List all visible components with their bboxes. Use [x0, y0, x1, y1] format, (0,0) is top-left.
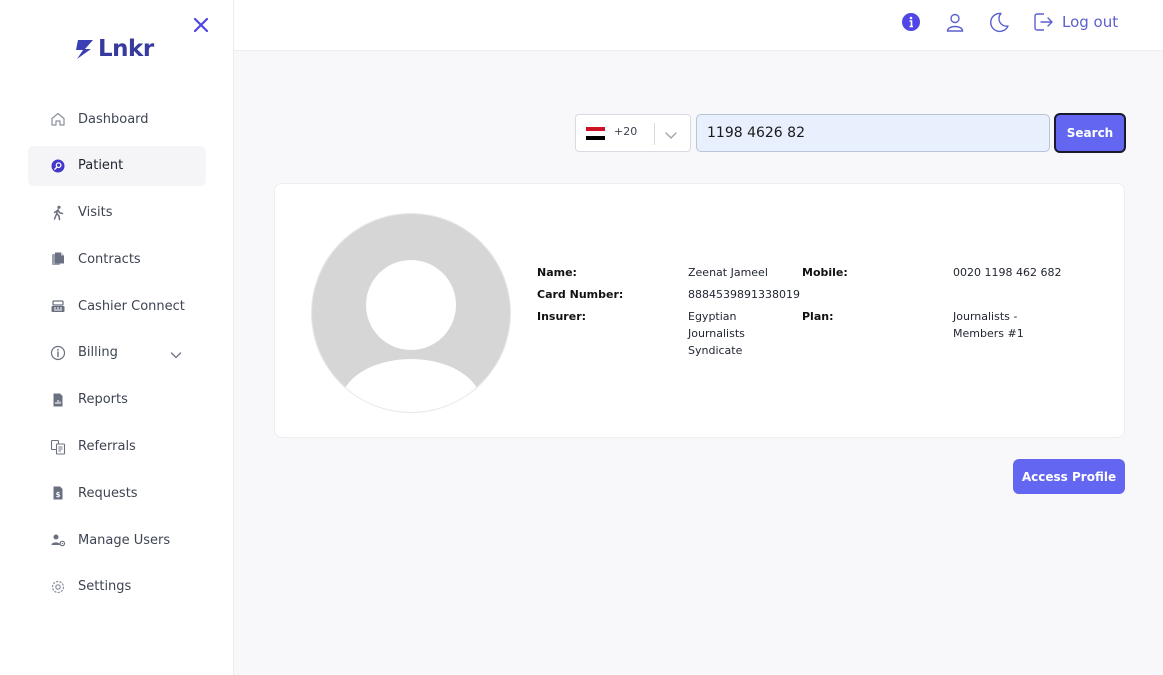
logout-icon	[1034, 13, 1053, 31]
select-divider	[654, 123, 655, 145]
name-value: Zeenat Jameel	[688, 266, 768, 279]
documents-icon	[50, 251, 66, 267]
country-code-select[interactable]: +20	[575, 114, 691, 152]
sidebar-item-label: Billing	[78, 345, 118, 361]
logout-button[interactable]: Log out	[1032, 11, 1118, 33]
sidebar-item-contracts[interactable]: Contracts	[28, 239, 206, 279]
sidebar-item-label: Manage Users	[78, 532, 171, 548]
sidebar-item-label: Referrals	[78, 439, 136, 455]
sidebar-nav: Dashboard Patient Visits Contracts Cashi…	[28, 99, 206, 614]
search-button[interactable]: Search	[1054, 113, 1126, 153]
logo-text: Lnkr	[98, 36, 154, 62]
manage-users-icon	[50, 532, 66, 548]
app-logo[interactable]: Lnkr	[74, 36, 154, 62]
avatar	[311, 213, 511, 413]
sidebar-item-patient[interactable]: Patient	[28, 145, 206, 186]
insurer-value: Egyptian Journalists Syndicate	[688, 310, 745, 357]
card-number-label: Card Number:	[537, 288, 624, 301]
sidebar-item-dashboard[interactable]: Dashboard	[28, 99, 206, 139]
egypt-flag-icon	[586, 127, 605, 140]
info-button[interactable]	[900, 11, 922, 33]
sidebar-item-label: Cashier Connect	[78, 298, 185, 314]
moon-icon	[990, 12, 1009, 33]
profile-button[interactable]	[944, 11, 966, 33]
sidebar-item-reports[interactable]: Reports	[28, 380, 206, 420]
close-sidebar-button[interactable]	[190, 14, 212, 36]
billing-icon	[50, 345, 66, 361]
patient-search-icon	[50, 158, 66, 174]
logout-label: Log out	[1062, 13, 1119, 31]
sidebar-item-billing[interactable]: Billing	[28, 333, 206, 373]
sidebar-item-label: Patient	[78, 158, 124, 174]
patient-card: Name: Zeenat Jameel Card Number: 8884539…	[274, 183, 1125, 438]
access-profile-button[interactable]: Access Profile	[1013, 459, 1125, 494]
sidebar-item-label: Requests	[78, 485, 138, 501]
name-label: Name:	[537, 266, 577, 279]
sidebar-item-manage-users[interactable]: Manage Users	[28, 520, 206, 560]
cashier-icon	[50, 298, 66, 314]
info-icon	[902, 13, 920, 31]
plan-value: Journalists - Members #1	[953, 310, 1024, 340]
user-icon	[946, 13, 964, 32]
sidebar-item-label: Visits	[78, 205, 113, 221]
logo-bolt-icon	[76, 40, 93, 59]
mobile-label: Mobile:	[802, 266, 848, 279]
sidebar-item-label: Contracts	[78, 251, 141, 267]
sidebar-item-label: Dashboard	[78, 111, 149, 127]
phone-search-input[interactable]	[696, 114, 1050, 152]
chevron-down-icon	[664, 127, 678, 146]
gear-icon	[50, 579, 66, 595]
home-icon	[50, 111, 66, 127]
avatar-placeholder-icon	[311, 213, 511, 413]
insurer-label: Insurer:	[537, 310, 587, 323]
theme-toggle-button[interactable]	[988, 11, 1010, 33]
sidebar-item-label: Settings	[78, 579, 132, 595]
top-header: Log out	[234, 0, 1163, 51]
sidebar-item-cashier-connect[interactable]: Cashier Connect	[28, 286, 206, 326]
requests-icon: $	[50, 485, 66, 501]
country-code: +20	[614, 125, 638, 138]
close-icon	[194, 18, 208, 32]
referrals-icon	[50, 439, 66, 455]
walking-person-icon	[50, 205, 66, 221]
mobile-value: 0020 1198 462 682	[953, 266, 1062, 279]
card-number-value: 8884539891338019	[688, 288, 800, 301]
sidebar-item-visits[interactable]: Visits	[28, 193, 206, 233]
sidebar-item-settings[interactable]: Settings	[28, 567, 206, 607]
sidebar-item-label: Reports	[78, 392, 128, 408]
svg-text:$: $	[56, 491, 61, 499]
plan-label: Plan:	[802, 310, 834, 323]
sidebar: Lnkr Dashboard Patient Visits Contracts …	[0, 0, 234, 675]
sidebar-item-referrals[interactable]: Referrals	[28, 427, 206, 467]
report-icon	[50, 392, 66, 408]
chevron-down-icon[interactable]	[170, 346, 182, 365]
sidebar-item-requests[interactable]: $ Requests	[28, 473, 206, 513]
